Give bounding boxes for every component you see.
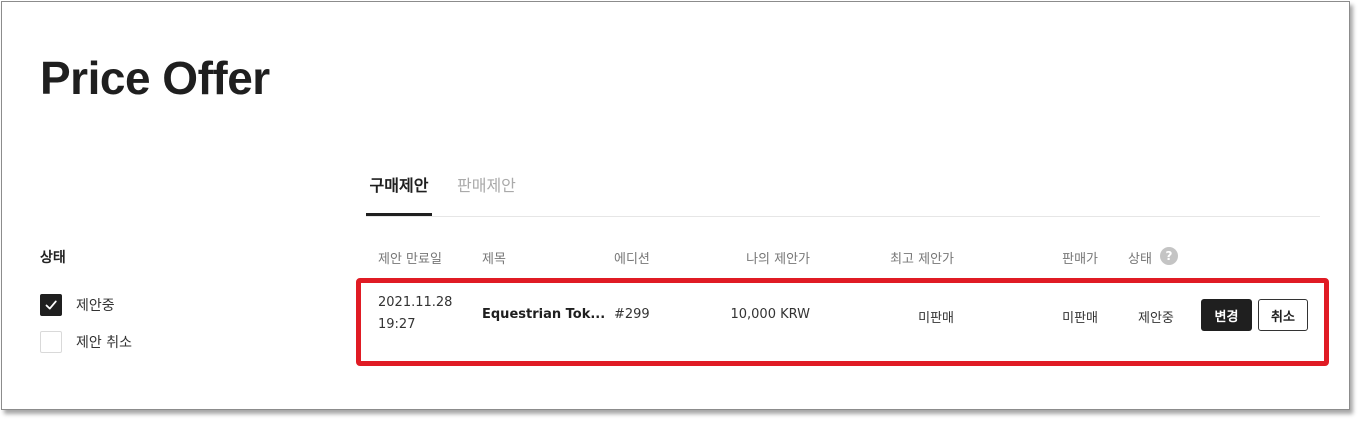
check-icon [45, 300, 57, 310]
tab-sell-offers[interactable]: 판매제안 [457, 172, 516, 215]
header-my-offer: 나의 제안가 [746, 252, 810, 267]
filter-option-offering[interactable]: 제안중 [40, 293, 115, 317]
checkbox-unchecked[interactable] [40, 331, 62, 353]
status-filter-title: 상태 [40, 250, 66, 266]
help-icon[interactable]: ? [1160, 247, 1178, 265]
header-title: 제목 [482, 252, 506, 267]
header-status: 상태 [1128, 252, 1152, 267]
header-edition: 에디션 [614, 252, 650, 267]
filter-option-label: 제안중 [76, 298, 115, 314]
filter-option-cancelled[interactable]: 제안 취소 [40, 330, 132, 354]
offer-tabs: 구매제안 판매제안 [366, 172, 1320, 217]
filter-option-label: 제안 취소 [76, 335, 132, 351]
header-expiry: 제안 만료일 [378, 252, 442, 267]
header-top-offer: 최고 제안가 [890, 252, 954, 267]
page-frame: Price Offer 상태 제안중 제안 취소 구매제안 판매제안 제안 만료… [1, 1, 1350, 410]
header-sale-price: 판매가 [1062, 252, 1098, 267]
highlight-box [356, 278, 1329, 366]
page-title: Price Offer [40, 52, 270, 104]
tab-buy-offers[interactable]: 구매제안 [366, 172, 432, 216]
checkbox-checked[interactable] [40, 294, 62, 316]
